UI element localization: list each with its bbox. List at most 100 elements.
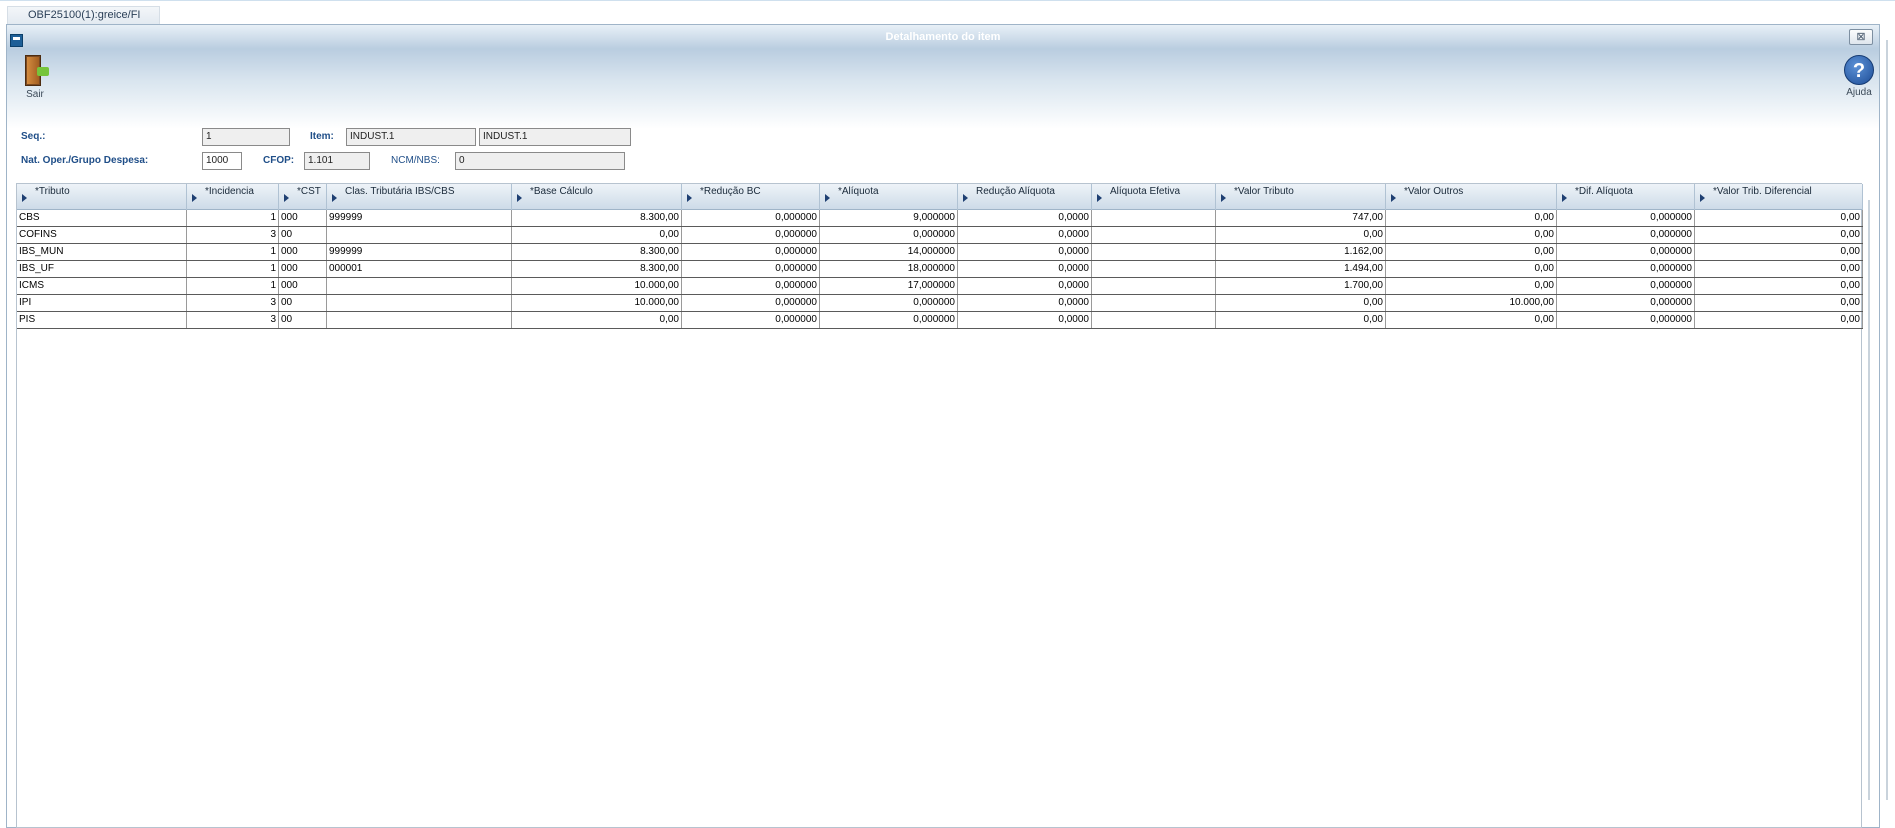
table-cell[interactable]: 000: [279, 210, 327, 226]
close-button[interactable]: ⊠: [1849, 29, 1873, 45]
table-cell[interactable]: 999999: [327, 210, 512, 226]
table-cell[interactable]: 1.162,00: [1216, 244, 1386, 260]
table-row[interactable]: IBS_UF 1 000 000001 8.300,00 0,000000 18,00000…: [17, 261, 1863, 278]
item-description-field[interactable]: INDUST.1: [479, 128, 631, 146]
table-cell[interactable]: 0,0000: [958, 295, 1092, 311]
table-cell[interactable]: 0,00: [1695, 278, 1863, 294]
table-cell[interactable]: 0,00: [512, 312, 682, 328]
table-cell[interactable]: 000: [279, 278, 327, 294]
table-cell[interactable]: 17,000000: [820, 278, 958, 294]
table-row[interactable]: ICMS 1 000 10.000,00 0,000000 17,000000 0,0000…: [17, 278, 1863, 295]
table-cell[interactable]: IPI: [17, 295, 187, 311]
table-cell[interactable]: 8.300,00: [512, 244, 682, 260]
table-cell[interactable]: 1.700,00: [1216, 278, 1386, 294]
table-row[interactable]: PIS 3 00 0,00 0,000000 0,000000 0,0000 0,00 0,00…: [17, 312, 1863, 329]
table-cell[interactable]: 0,0000: [958, 244, 1092, 260]
table-row[interactable]: CBS 1 000 999999 8.300,00 0,000000 9,000000 0,0…: [17, 210, 1863, 227]
table-cell[interactable]: 1: [187, 210, 279, 226]
column-header-5[interactable]: *Redução BC: [682, 184, 820, 210]
table-cell[interactable]: [327, 312, 512, 328]
table-row[interactable]: IPI 3 00 10.000,00 0,000000 0,000000 0,0000 0,0…: [17, 295, 1863, 312]
nat-oper-field[interactable]: 1000: [202, 152, 242, 170]
column-header-0[interactable]: *Tributo: [17, 184, 187, 210]
table-cell[interactable]: 0,00: [1386, 227, 1557, 243]
cfop-field[interactable]: 1.101: [304, 152, 370, 170]
table-cell[interactable]: 0,0000: [958, 227, 1092, 243]
table-cell[interactable]: 0,000000: [820, 227, 958, 243]
table-cell[interactable]: 8.300,00: [512, 210, 682, 226]
table-cell[interactable]: 0,000000: [682, 261, 820, 277]
column-header-4[interactable]: *Base Cálculo: [512, 184, 682, 210]
table-cell[interactable]: 0,000000: [1557, 210, 1695, 226]
table-cell[interactable]: 0,00: [1386, 278, 1557, 294]
table-cell[interactable]: 18,000000: [820, 261, 958, 277]
table-cell[interactable]: 0,00: [1695, 295, 1863, 311]
table-cell[interactable]: 1: [187, 278, 279, 294]
table-cell[interactable]: 10.000,00: [512, 278, 682, 294]
table-cell[interactable]: 00: [279, 227, 327, 243]
table-cell[interactable]: 0,000000: [682, 295, 820, 311]
table-cell[interactable]: 3: [187, 312, 279, 328]
table-row[interactable]: IBS_MUN 1 000 999999 8.300,00 0,000000 14,0000…: [17, 244, 1863, 261]
table-cell[interactable]: 0,00: [512, 227, 682, 243]
table-cell[interactable]: 3: [187, 295, 279, 311]
sair-button[interactable]: Sair: [15, 55, 55, 100]
column-header-8[interactable]: Alíquota Efetiva: [1092, 184, 1216, 210]
item-code-field[interactable]: INDUST.1: [346, 128, 476, 146]
column-header-1[interactable]: *Incidencia: [187, 184, 279, 210]
program-tab[interactable]: OBF25100(1):greice/FI: [7, 6, 160, 24]
table-cell[interactable]: 000001: [327, 261, 512, 277]
table-cell[interactable]: 0,000000: [1557, 227, 1695, 243]
table-cell[interactable]: 0,000000: [682, 210, 820, 226]
column-header-11[interactable]: *Dif. Alíquota: [1557, 184, 1695, 210]
table-cell[interactable]: 0,000000: [820, 295, 958, 311]
table-cell[interactable]: 0,00: [1386, 261, 1557, 277]
table-cell[interactable]: [327, 227, 512, 243]
table-cell[interactable]: 0,0000: [958, 278, 1092, 294]
table-cell[interactable]: [327, 278, 512, 294]
table-cell[interactable]: PIS: [17, 312, 187, 328]
column-header-12[interactable]: *Valor Trib. Diferencial: [1695, 184, 1863, 210]
column-header-7[interactable]: Redução Alíquota: [958, 184, 1092, 210]
table-cell[interactable]: [1092, 210, 1216, 226]
table-cell[interactable]: 0,0000: [958, 210, 1092, 226]
ncm-nbs-field[interactable]: 0: [455, 152, 625, 170]
table-cell[interactable]: 0,00: [1216, 312, 1386, 328]
table-cell[interactable]: 747,00: [1216, 210, 1386, 226]
table-cell[interactable]: 0,000000: [820, 312, 958, 328]
table-cell[interactable]: 0,000000: [1557, 278, 1695, 294]
table-cell[interactable]: 0,000000: [1557, 261, 1695, 277]
window-scrollbar[interactable]: [1886, 40, 1888, 800]
table-cell[interactable]: 0,0000: [958, 261, 1092, 277]
table-cell[interactable]: 0,0000: [958, 312, 1092, 328]
table-cell[interactable]: IBS_MUN: [17, 244, 187, 260]
table-cell[interactable]: 10.000,00: [512, 295, 682, 311]
table-cell[interactable]: 00: [279, 295, 327, 311]
column-header-10[interactable]: *Valor Outros: [1386, 184, 1557, 210]
table-row[interactable]: COFINS 3 00 0,00 0,000000 0,000000 0,0000 0,00 0…: [17, 227, 1863, 244]
table-cell[interactable]: 3: [187, 227, 279, 243]
table-cell[interactable]: 0,00: [1695, 261, 1863, 277]
table-cell[interactable]: 9,000000: [820, 210, 958, 226]
table-cell[interactable]: 0,00: [1386, 210, 1557, 226]
table-cell[interactable]: 0,000000: [682, 227, 820, 243]
table-cell[interactable]: [1092, 312, 1216, 328]
table-cell[interactable]: 0,00: [1386, 244, 1557, 260]
table-cell[interactable]: [327, 295, 512, 311]
table-cell[interactable]: 000: [279, 261, 327, 277]
table-cell[interactable]: [1092, 261, 1216, 277]
table-cell[interactable]: 1: [187, 261, 279, 277]
table-cell[interactable]: ICMS: [17, 278, 187, 294]
table-cell[interactable]: 0,000000: [682, 312, 820, 328]
table-cell[interactable]: 0,00: [1216, 295, 1386, 311]
grid-scrollbar[interactable]: [1868, 200, 1870, 800]
column-header-9[interactable]: *Valor Tributo: [1216, 184, 1386, 210]
table-cell[interactable]: 0,00: [1386, 312, 1557, 328]
table-cell[interactable]: [1092, 278, 1216, 294]
table-cell[interactable]: 0,00: [1695, 312, 1863, 328]
table-cell[interactable]: CBS: [17, 210, 187, 226]
table-cell[interactable]: 0,00: [1216, 227, 1386, 243]
table-cell[interactable]: 0,000000: [1557, 244, 1695, 260]
seq-field[interactable]: 1: [202, 128, 290, 146]
column-header-2[interactable]: *CST: [279, 184, 327, 210]
